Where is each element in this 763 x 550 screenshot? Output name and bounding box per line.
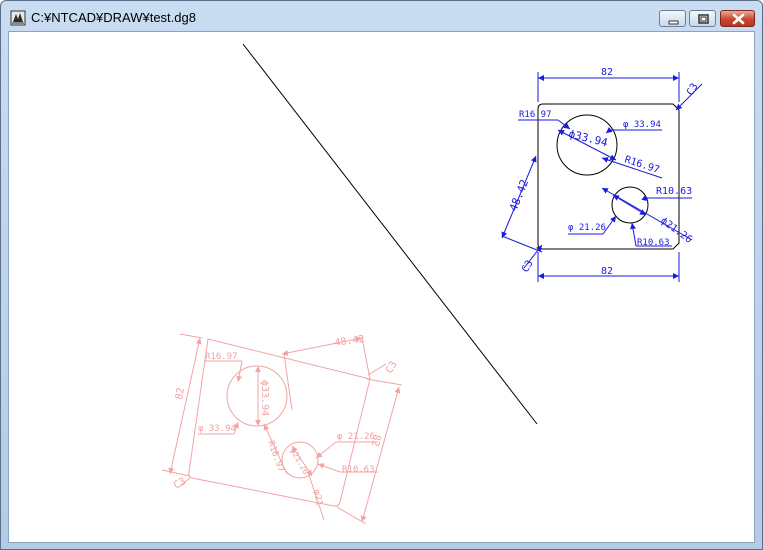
minimize-button[interactable] [659,10,686,27]
ghost-c3-bottom: C3 [172,476,188,492]
dim-r-small-upper[interactable]: R10.63 [656,186,692,197]
ghost-d2126: φ 21.26 [337,432,375,442]
app-icon[interactable] [10,10,26,26]
ghost-w82-left: 82 [174,387,187,401]
close-button[interactable] [720,10,755,27]
ghost-d3394-inner: ϕ33.94 [259,380,270,416]
dim-r-small-bottom[interactable]: R10.63 [637,238,670,248]
window-title: C:¥NTCAD¥DRAW¥test.dg8 [31,10,196,25]
title-bar[interactable]: C:¥NTCAD¥DRAW¥test.dg8 [1,1,762,31]
dim-chamfer-bottom[interactable]: C3 [520,259,536,275]
dim-r-large-lower[interactable]: R16.97 [623,154,661,176]
ghost-d3394-left: φ 33.94 [198,424,236,434]
ghost-d21-diag: ϕ21.26 [288,447,310,477]
ghost-r1063: R10.63 [342,465,375,475]
ghost-c3-top: C3 [384,360,400,376]
dim-d-large-right[interactable]: φ 33.94 [623,120,661,130]
dim-d-large-inner[interactable]: ϕ33.94 [567,127,609,149]
dim-chamfer-top[interactable]: C3 [685,82,701,98]
cad-drawing: 82 82 48.42 C3 C3 R16.97 ϕ33.94 φ 33.94 … [161,43,703,525]
ghost-r1697: R16.97 [205,352,238,362]
dim-top-width[interactable]: 82 [601,67,613,78]
cad-window: C:¥NTCAD¥DRAW¥test.dg8 82 82 48.42 C3 C3… [0,0,763,550]
minimize-icon [668,20,679,25]
dim-r-large-left[interactable]: R16.97 [519,110,552,120]
ghost-h4842: 48.42 [334,334,365,349]
maximize-icon [698,14,709,24]
maximize-button[interactable] [689,10,716,27]
dim-d-small-left[interactable]: φ 21.26 [568,223,606,233]
dim-height[interactable]: 48.42 [507,178,531,214]
close-icon [732,13,745,25]
ghost-small-mark: φ21 [311,489,324,507]
drawing-canvas[interactable]: 82 82 48.42 C3 C3 R16.97 ϕ33.94 φ 33.94 … [8,31,755,543]
dim-bottom-width[interactable]: 82 [601,266,613,277]
